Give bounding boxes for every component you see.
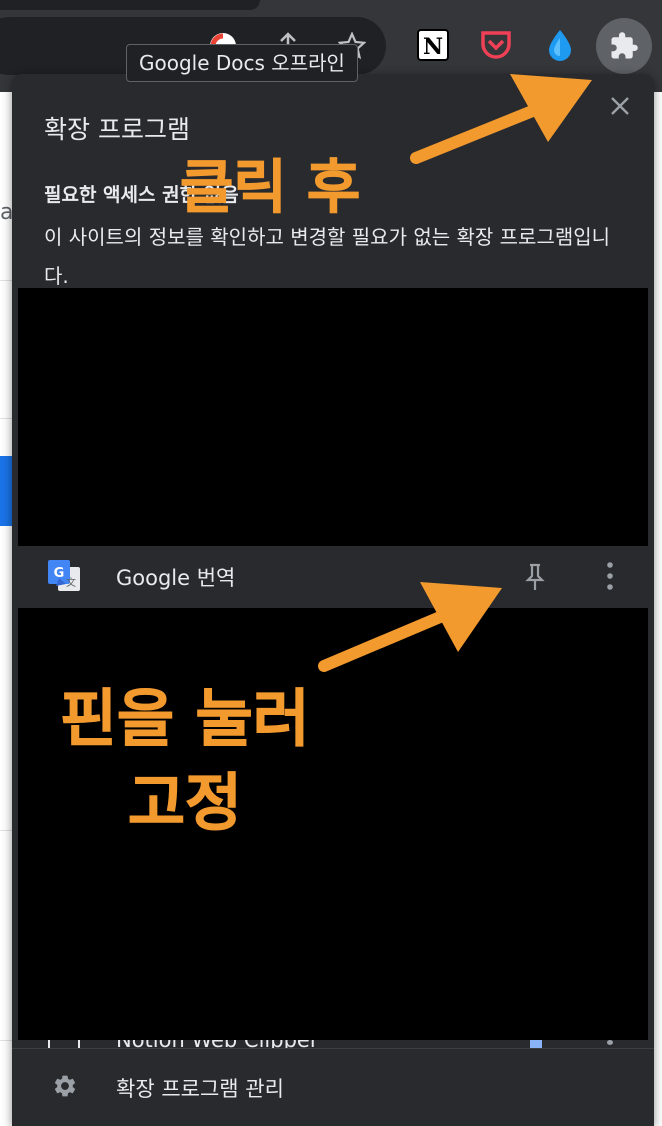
notion-icon[interactable]: N <box>410 22 456 68</box>
page-divider <box>0 1040 12 1041</box>
extension-row[interactable]: Notion Web Clipper <box>18 1040 648 1048</box>
manage-extensions-label: 확장 프로그램 관리 <box>116 1077 284 1101</box>
notion-web-clipper-icon <box>48 1040 80 1048</box>
pinned-pin-icon[interactable] <box>530 1040 542 1048</box>
section-description: 이 사이트의 정보를 확인하고 변경할 필요가 없는 확장 프로그램입니다. <box>44 225 611 288</box>
extensions-popup: 확장 프로그램 필요한 액세스 권한 없음 이 사이트의 정보를 확인하고 변경… <box>12 74 654 1126</box>
tab-strip <box>0 0 260 10</box>
close-icon[interactable] <box>606 92 634 120</box>
page-divider <box>0 280 12 281</box>
page-partial-text: a <box>0 200 12 225</box>
annotation-pin-line2: 고정 <box>127 766 243 840</box>
redacted-region <box>18 288 648 546</box>
extension-name: Notion Web Clipper <box>116 1040 318 1048</box>
svg-text:文: 文 <box>66 576 76 589</box>
raindrop-icon[interactable] <box>537 22 583 68</box>
gear-icon <box>52 1073 78 1103</box>
pin-icon[interactable] <box>524 562 546 596</box>
more-options-icon[interactable] <box>607 1040 613 1045</box>
annotation-click-after: 클릭 후 <box>179 153 361 222</box>
annotation-pin-line1: 핀을 눌러 <box>60 682 311 756</box>
svg-text:G: G <box>54 566 65 581</box>
manage-extensions-link[interactable]: 확장 프로그램 관리 <box>12 1048 654 1126</box>
page-blue-element[interactable] <box>0 456 12 526</box>
pocket-icon[interactable] <box>473 22 519 68</box>
tooltip: Google Docs 오프라인 <box>126 44 358 82</box>
extension-name: Google 번역 <box>116 566 236 590</box>
notion-letter: N <box>423 34 443 60</box>
page-divider <box>0 418 12 419</box>
page-divider <box>0 830 12 831</box>
google-translate-icon: G 文 <box>46 558 82 598</box>
more-options-icon[interactable] <box>604 560 616 596</box>
extensions-puzzle-icon[interactable] <box>596 18 652 74</box>
extension-row[interactable]: G 文 Google 번역 <box>18 546 648 608</box>
popup-title: 확장 프로그램 <box>44 115 190 144</box>
